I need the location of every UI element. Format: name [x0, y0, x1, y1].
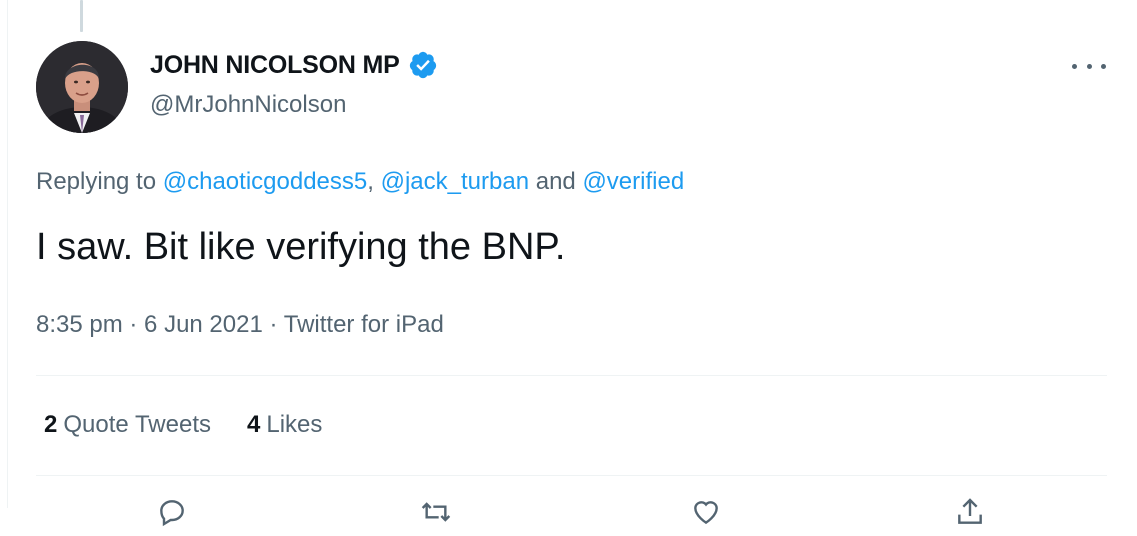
tweet-time-link[interactable]: 8:35 pm [36, 311, 123, 338]
divider [36, 375, 1107, 376]
tweet-text: I saw. Bit like verifying the BNP. [36, 226, 566, 268]
likes-label: Likes [266, 411, 323, 438]
replying-to-line: Replying to @chaoticgoddess5, @jack_turb… [36, 168, 684, 196]
thread-connector-line [80, 0, 83, 32]
tweet-meta: 8:35 pm · 6 Jun 2021 · Twitter for iPad [36, 311, 444, 339]
more-dot [1086, 63, 1092, 69]
mention-link[interactable]: @verified [582, 168, 684, 195]
likes-count: 4 [247, 411, 261, 438]
action-bar [0, 496, 1137, 536]
replying-separator: and [529, 168, 583, 195]
quote-tweets-stat[interactable]: 2 Quote Tweets [44, 411, 211, 439]
author-name[interactable]: JOHN NICOLSON MP [150, 51, 400, 80]
more-dot [1072, 63, 1077, 69]
heart-icon[interactable] [690, 496, 722, 528]
mention-link[interactable]: @jack_turban [381, 168, 529, 195]
likes-stat[interactable]: 4 Likes [247, 411, 322, 439]
retweet-icon[interactable] [420, 496, 452, 528]
tweet-date-link[interactable]: 6 Jun 2021 [144, 311, 263, 338]
reply-icon[interactable] [156, 496, 188, 528]
divider [36, 475, 1107, 476]
avatar[interactable] [36, 41, 128, 133]
more-icon[interactable] [1072, 56, 1106, 76]
replying-separator: , [367, 168, 381, 195]
quote-count: 2 [44, 411, 58, 438]
more-dot [1101, 63, 1106, 69]
replying-prefix: Replying to [36, 168, 163, 195]
tweet-source-link[interactable]: Twitter for iPad [284, 311, 444, 338]
quote-label: Quote Tweets [63, 411, 212, 438]
author-name-row[interactable]: JOHN NICOLSON MP [150, 50, 438, 80]
share-icon[interactable] [954, 496, 986, 528]
verified-badge-icon [408, 50, 438, 80]
engagement-stats: 2 Quote Tweets 4 Likes [44, 411, 322, 439]
meta-dot: · [122, 311, 145, 338]
meta-dot: · [262, 311, 284, 338]
author-handle[interactable]: @MrJohnNicolson [150, 91, 346, 119]
avatar-portrait [36, 41, 128, 133]
mention-link[interactable]: @chaoticgoddess5 [163, 168, 368, 195]
timeline-border [7, 0, 8, 508]
